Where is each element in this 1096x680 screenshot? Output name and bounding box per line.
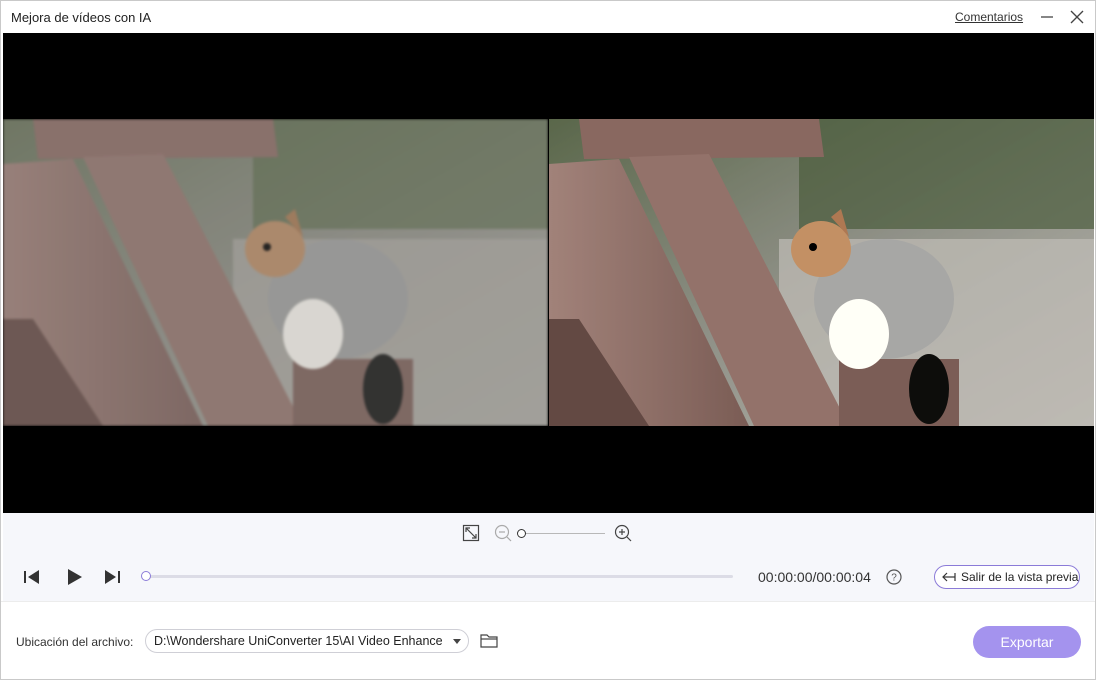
export-button[interactable]: Exportar <box>973 626 1081 658</box>
progress-handle[interactable] <box>141 571 151 581</box>
progress-track <box>145 575 733 578</box>
close-button[interactable] <box>1067 7 1087 27</box>
app-window: Mejora de vídeos con IA Comentarios 00:0… <box>0 0 1096 680</box>
title-bar: Mejora de vídeos con IA Comentarios <box>1 1 1095 33</box>
timecode: 00:00:00/00:00:04 <box>758 569 871 585</box>
svg-text:?: ? <box>891 573 897 584</box>
exit-preview-label: Salir de la vista previa <box>961 570 1079 584</box>
squirrel-frame-original <box>3 119 548 426</box>
zoom-slider-handle[interactable] <box>517 529 526 538</box>
next-frame-button[interactable] <box>101 567 123 587</box>
open-folder-button[interactable] <box>479 632 499 650</box>
close-icon <box>1070 10 1084 24</box>
file-location-dropdown[interactable]: D:\Wondershare UniConverter 15\AI Video … <box>145 629 469 653</box>
playback-toolbar: 00:00:00/00:00:04 ? Salir de la vista pr… <box>3 553 1094 601</box>
file-location-label: Ubicación del archivo: <box>16 635 134 649</box>
zoom-in-icon <box>614 524 632 542</box>
feedback-link[interactable]: Comentarios <box>955 10 1023 24</box>
play-icon <box>68 569 82 585</box>
minimize-button[interactable] <box>1037 7 1057 27</box>
video-preview <box>3 33 1094 513</box>
zoom-slider-track <box>521 533 605 534</box>
help-icon: ? <box>886 569 902 585</box>
enhanced-video-frame <box>549 119 1094 426</box>
zoom-in-button[interactable] <box>613 523 633 543</box>
fit-screen-icon <box>462 524 480 542</box>
original-video-frame <box>3 119 548 426</box>
zoom-slider[interactable] <box>517 525 605 541</box>
window-title: Mejora de vídeos con IA <box>11 10 152 25</box>
squirrel-frame-enhanced <box>549 119 1094 426</box>
previous-frame-icon <box>24 570 39 584</box>
exit-preview-button[interactable]: Salir de la vista previa <box>934 565 1080 589</box>
file-location-value: D:\Wondershare UniConverter 15\AI Video … <box>154 634 443 648</box>
fit-screen-button[interactable] <box>461 523 481 543</box>
zoom-toolbar <box>3 513 1094 553</box>
previous-frame-button[interactable] <box>21 567 43 587</box>
progress-bar[interactable] <box>141 569 733 583</box>
folder-icon <box>480 634 498 648</box>
chevron-down-icon <box>453 639 461 644</box>
help-button[interactable]: ? <box>885 568 903 586</box>
exit-arrow-icon <box>942 572 956 582</box>
play-button[interactable] <box>63 567 85 587</box>
zoom-out-button[interactable] <box>493 523 513 543</box>
next-frame-icon <box>105 570 120 584</box>
minimize-icon <box>1041 16 1053 18</box>
zoom-out-icon <box>494 524 512 542</box>
footer-bar: Ubicación del archivo: D:\Wondershare Un… <box>1 601 1095 679</box>
